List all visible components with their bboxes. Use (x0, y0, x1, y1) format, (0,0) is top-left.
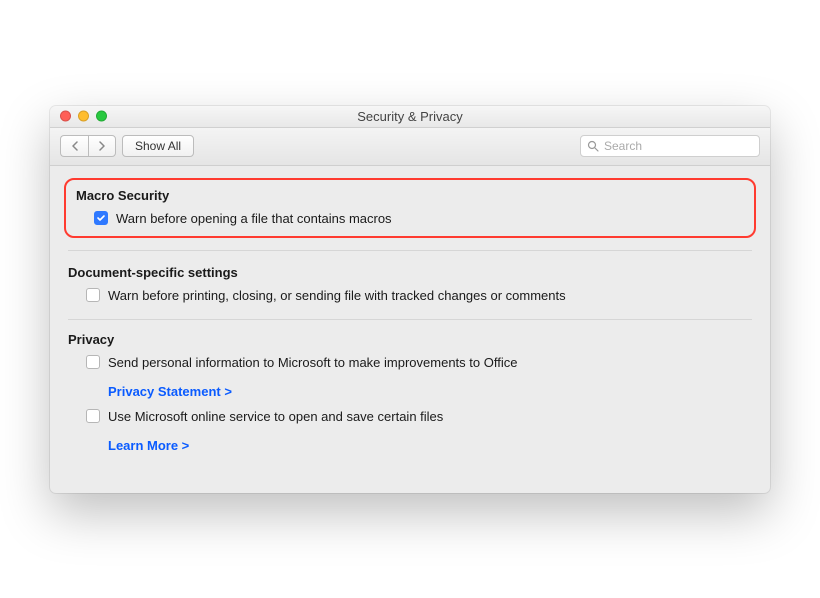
nav-group (60, 135, 116, 157)
preferences-window: Security & Privacy Show All Macro Securi… (50, 106, 770, 493)
zoom-icon[interactable] (96, 111, 107, 122)
warn-macros-checkbox[interactable] (94, 211, 108, 225)
online-service-row[interactable]: Use Microsoft online service to open and… (68, 409, 752, 424)
chevron-right-icon (99, 141, 106, 151)
send-info-checkbox[interactable] (86, 355, 100, 369)
toolbar: Show All (50, 128, 770, 166)
document-settings-section: Document-specific settings Warn before p… (68, 250, 752, 320)
window-title: Security & Privacy (50, 109, 770, 124)
traffic-lights (60, 111, 107, 122)
minimize-icon[interactable] (78, 111, 89, 122)
privacy-section: Privacy Send personal information to Mic… (68, 332, 752, 463)
forward-button[interactable] (88, 135, 116, 157)
check-icon (96, 213, 106, 223)
back-button[interactable] (60, 135, 88, 157)
privacy-statement-link[interactable]: Privacy Statement > (108, 384, 232, 399)
privacy-heading: Privacy (68, 332, 752, 347)
send-info-row[interactable]: Send personal information to Microsoft t… (68, 355, 752, 370)
warn-tracked-row[interactable]: Warn before printing, closing, or sendin… (68, 288, 752, 303)
send-info-label: Send personal information to Microsoft t… (108, 355, 517, 370)
online-service-label: Use Microsoft online service to open and… (108, 409, 443, 424)
warn-macros-label: Warn before opening a file that contains… (116, 211, 392, 226)
chevron-left-icon (71, 141, 78, 151)
show-all-label: Show All (135, 139, 181, 153)
document-settings-heading: Document-specific settings (68, 265, 752, 280)
search-input[interactable] (604, 139, 753, 153)
macro-security-heading: Macro Security (76, 188, 744, 203)
warn-macros-row[interactable]: Warn before opening a file that contains… (76, 211, 744, 226)
titlebar: Security & Privacy (50, 106, 770, 128)
warn-tracked-label: Warn before printing, closing, or sendin… (108, 288, 566, 303)
learn-more-link[interactable]: Learn More > (108, 438, 189, 453)
online-service-checkbox[interactable] (86, 409, 100, 423)
close-icon[interactable] (60, 111, 71, 122)
show-all-button[interactable]: Show All (122, 135, 194, 157)
warn-tracked-checkbox[interactable] (86, 288, 100, 302)
search-icon (587, 140, 599, 152)
search-field[interactable] (580, 135, 760, 157)
macro-security-highlight: Macro Security Warn before opening a fil… (64, 178, 756, 238)
content: Macro Security Warn before opening a fil… (50, 166, 770, 493)
